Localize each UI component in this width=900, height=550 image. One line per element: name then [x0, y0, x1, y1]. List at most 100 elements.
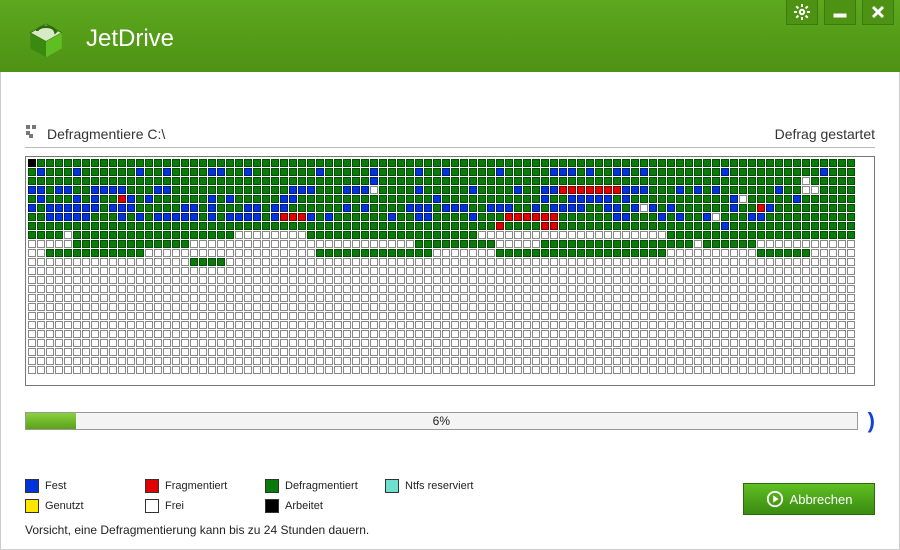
cluster-cell	[550, 276, 558, 284]
cluster-cell	[181, 204, 189, 212]
cluster-cell	[217, 249, 225, 257]
legend-defrag: Defragmentiert	[265, 479, 385, 493]
cluster-cell	[460, 294, 468, 302]
cluster-cell	[280, 321, 288, 329]
cluster-cell	[820, 258, 828, 266]
cluster-cell	[775, 231, 783, 239]
cluster-cell	[406, 267, 414, 275]
cluster-cell	[82, 204, 90, 212]
cluster-cell	[325, 276, 333, 284]
cluster-cell	[631, 285, 639, 293]
cluster-cell	[622, 312, 630, 320]
cluster-cell	[658, 303, 666, 311]
cluster-cell	[703, 159, 711, 167]
cluster-cell	[109, 267, 117, 275]
cluster-cell	[469, 357, 477, 365]
cluster-cell	[334, 339, 342, 347]
cluster-cell	[262, 195, 270, 203]
cluster-cell	[73, 357, 81, 365]
cluster-cell	[676, 231, 684, 239]
cluster-cell	[55, 312, 63, 320]
minimize-button[interactable]	[824, 0, 856, 25]
cluster-cell	[829, 249, 837, 257]
cluster-cell	[460, 258, 468, 266]
cluster-cell	[721, 294, 729, 302]
cluster-cell	[568, 186, 576, 194]
settings-button[interactable]	[786, 0, 818, 25]
cluster-cell	[217, 267, 225, 275]
cluster-cell	[334, 159, 342, 167]
cluster-cell	[595, 312, 603, 320]
cancel-button[interactable]: Abbrechen	[743, 483, 875, 515]
content-area: Defragmentiere C:\ Defrag gestartet 6% )…	[0, 72, 900, 550]
close-button[interactable]	[862, 0, 894, 25]
cluster-cell	[523, 285, 531, 293]
cluster-cell	[487, 267, 495, 275]
cluster-cell	[721, 249, 729, 257]
cluster-cell	[514, 213, 522, 221]
cluster-cell	[595, 168, 603, 176]
cluster-cell	[109, 276, 117, 284]
cluster-cell	[451, 312, 459, 320]
cluster-cell	[541, 276, 549, 284]
cluster-cell	[307, 258, 315, 266]
cluster-cell	[487, 339, 495, 347]
cluster-cell	[181, 168, 189, 176]
cluster-cell	[478, 168, 486, 176]
cluster-cell	[721, 222, 729, 230]
cluster-cell	[64, 240, 72, 248]
cluster-cell	[649, 240, 657, 248]
cluster-cell	[469, 294, 477, 302]
cluster-cell	[685, 339, 693, 347]
cluster-cell	[388, 249, 396, 257]
cluster-cell	[181, 303, 189, 311]
cluster-cell	[352, 321, 360, 329]
cluster-cell	[586, 348, 594, 356]
cluster-cell	[523, 366, 531, 374]
cluster-cell	[325, 321, 333, 329]
cluster-cell	[415, 204, 423, 212]
cluster-cell	[325, 240, 333, 248]
cluster-cell	[325, 231, 333, 239]
cluster-cell	[694, 366, 702, 374]
cluster-cell	[730, 177, 738, 185]
cluster-cell	[154, 186, 162, 194]
cluster-cell	[721, 213, 729, 221]
cluster-cell	[73, 339, 81, 347]
cluster-cell	[649, 276, 657, 284]
cluster-cell	[325, 366, 333, 374]
cluster-cell	[190, 366, 198, 374]
cluster-cell	[469, 240, 477, 248]
cluster-cell	[451, 186, 459, 194]
cluster-cell	[352, 339, 360, 347]
cluster-cell	[181, 195, 189, 203]
cluster-cell	[784, 285, 792, 293]
cluster-cell	[100, 285, 108, 293]
cluster-cell	[793, 222, 801, 230]
cluster-cell	[91, 249, 99, 257]
cluster-cell	[91, 159, 99, 167]
cluster-cell	[514, 303, 522, 311]
cluster-cell	[640, 276, 648, 284]
cluster-cell	[775, 195, 783, 203]
cluster-cell	[829, 276, 837, 284]
cluster-cell	[316, 249, 324, 257]
cluster-cell	[820, 204, 828, 212]
cluster-cell	[253, 285, 261, 293]
cluster-cell	[694, 249, 702, 257]
cluster-cell	[442, 366, 450, 374]
cluster-cell	[163, 294, 171, 302]
cluster-cell	[424, 213, 432, 221]
cluster-cell	[46, 240, 54, 248]
cluster-cell	[28, 276, 36, 284]
cluster-cell	[253, 276, 261, 284]
cluster-cell	[586, 294, 594, 302]
cluster-cell	[748, 330, 756, 338]
cluster-cell	[811, 168, 819, 176]
cluster-cell	[577, 276, 585, 284]
cluster-cell	[37, 186, 45, 194]
cluster-cell	[109, 222, 117, 230]
cluster-cell	[208, 294, 216, 302]
cluster-cell	[478, 213, 486, 221]
cluster-cell	[514, 159, 522, 167]
